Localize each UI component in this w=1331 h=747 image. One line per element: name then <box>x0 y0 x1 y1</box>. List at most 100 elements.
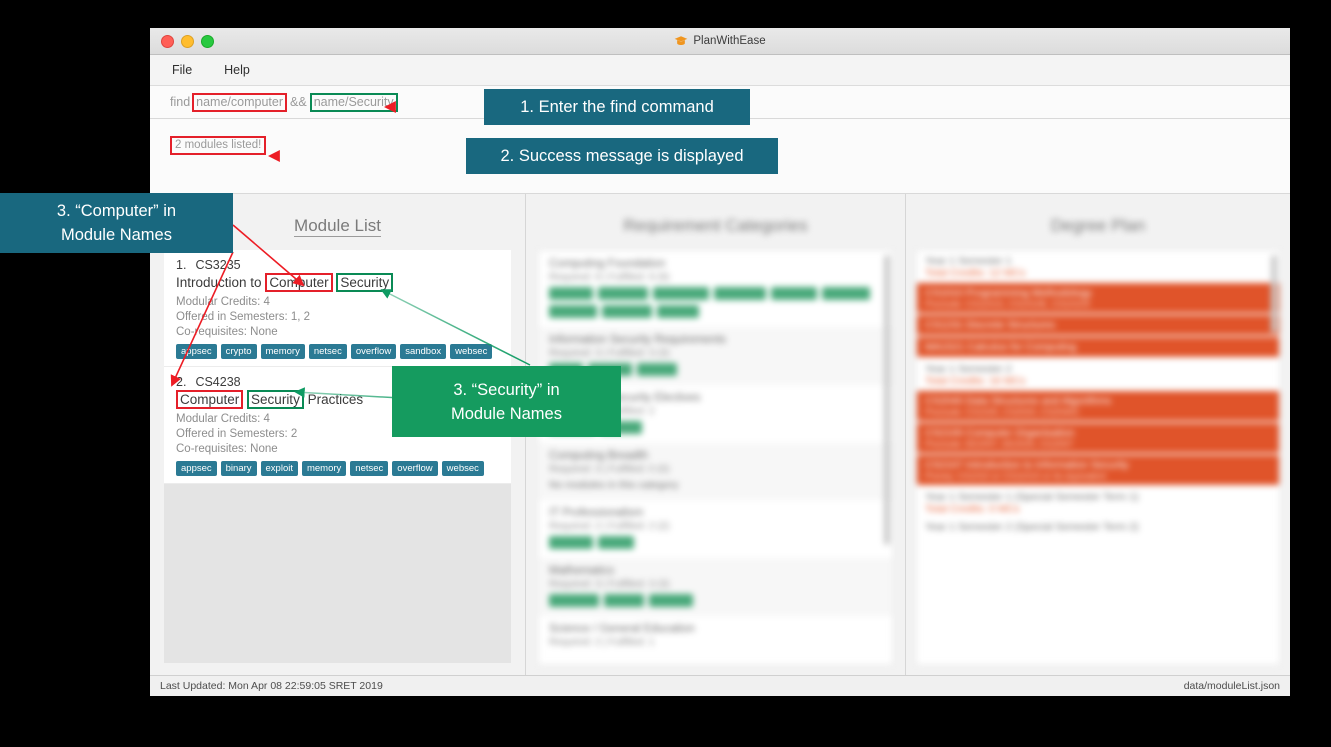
requirement-category-name: Computing Breadth <box>549 450 649 462</box>
module-name-highlight-security: Security <box>336 273 394 292</box>
menu-file[interactable]: File <box>168 60 196 80</box>
module-tag: memory <box>301 461 347 476</box>
requirement-module-chip <box>637 363 677 376</box>
callout-4-line1: 3. “Security” in <box>453 380 560 399</box>
menu-help[interactable]: Help <box>220 60 254 80</box>
degree-plan-module[interactable]: CS2040 Data Structures and Algorithms Pre… <box>917 391 1279 421</box>
module-tag: appsec <box>176 344 217 359</box>
module-index: 2. <box>176 375 187 389</box>
degree-plan-module[interactable]: CS1010 Programming Methodology Preclude: … <box>917 283 1279 313</box>
degree-plan-module-note: Prereq: CS1010 or CS1101S or its equival… <box>925 471 1106 481</box>
command-term-computer: name/computer <box>192 92 288 112</box>
callout-1-text: 1. Enter the find command <box>520 98 714 116</box>
degree-plan-module[interactable]: CS2107 Introduction to Information Secur… <box>917 455 1279 485</box>
main-panels: Module List 1. CS3235 Introduction to Com… <box>150 194 1290 675</box>
semester-header: Year 1 Semester 1 <box>925 255 1012 267</box>
requirement-category-name: Mathematics <box>549 565 615 577</box>
degree-plan-scrollbar[interactable] <box>1271 255 1277 333</box>
requirement-category[interactable]: Computing Foundation Required: 9 | Fulfil… <box>539 251 892 327</box>
requirement-category-name: Science / General Education <box>549 623 695 635</box>
requirement-category-progress: Required: 9 | Fulfilled: 9 (9) <box>549 272 670 283</box>
module-tag: exploit <box>260 461 298 476</box>
command-term-security: name/Security <box>309 92 398 112</box>
requirement-module-chip <box>822 287 870 300</box>
requirement-module-chip <box>549 536 593 549</box>
window-title-group: PlanWithEase <box>150 28 1290 54</box>
semester-header: Year 1 Semester 2 <box>925 363 1012 375</box>
callout-success-message[interactable]: 2. Success message is displayed <box>466 138 778 174</box>
degree-plan-module-title: CS2107 Introduction to Information Secur… <box>925 459 1129 471</box>
degree-plan-panel: Degree Plan Year 1 Semester 1 Total Credi… <box>905 194 1290 675</box>
module-tag: crypto <box>220 344 257 359</box>
degree-plan-blur-layer: Degree Plan Year 1 Semester 1 Total Credi… <box>906 194 1290 675</box>
requirement-category-name: IT Professionalism <box>549 507 644 519</box>
requirement-category[interactable]: Mathematics Required: 3 | Fulfilled: 3 (3… <box>539 558 892 616</box>
module-tag: memory <box>260 344 305 359</box>
requirement-category[interactable]: Computing Breadth Required: 3 | Fulfilled… <box>539 443 892 500</box>
degree-plan-module[interactable]: MA1521 Calculus for Computing <box>917 337 1279 357</box>
window-controls[interactable] <box>161 34 214 48</box>
requirement-module-chip <box>649 594 693 607</box>
degree-plan-module-title: CS1010 Programming Methodology <box>925 287 1092 299</box>
degree-plan-semester: Year 1 Semester 1 Total Credits: 12 MCs <box>917 251 1279 281</box>
requirement-empty-text: No modules in this category <box>549 479 679 491</box>
module-code: CS3235 <box>195 258 241 272</box>
module-tag: overflow <box>350 344 397 359</box>
module-name: Introduction to Computer Security <box>176 273 501 292</box>
callout-computer-in-module-names[interactable]: 3. “Computer” in Module Names <box>0 193 233 253</box>
module-semesters: Offered in Semesters: 1, 2 <box>176 311 311 323</box>
requirement-module-chip <box>549 305 597 318</box>
command-prefix: find <box>170 95 191 109</box>
module-coreqs: Co-requisites: None <box>176 443 278 455</box>
degree-plan-semester: Year 1 Semester 1 (Special Semester Term… <box>917 487 1279 517</box>
close-button[interactable] <box>161 34 174 48</box>
command-input[interactable]: find name/computer && name/Security <box>168 92 398 112</box>
module-name-prefix: Introduction to <box>176 275 266 290</box>
requirement-scrollbar[interactable] <box>884 255 890 545</box>
degree-plan-module[interactable]: CS1231 Discrete Structures <box>917 315 1279 335</box>
module-name-highlight-computer: Computer <box>265 273 333 292</box>
requirement-category[interactable]: IT Professionalism Required: 2 | Fulfille… <box>539 500 892 558</box>
module-tag: websec <box>441 461 484 476</box>
semester-header: Year 1 Semester 1 (Special Semester Term… <box>925 491 1139 503</box>
semester-credits: Total Credits: 12 MCs <box>925 267 1026 279</box>
module-tag: netsec <box>308 344 347 359</box>
semester-header: Year 1 Semester 2 (Special Semester Term… <box>925 521 1139 533</box>
requirement-module-chips <box>549 594 882 607</box>
callout-security-in-module-names[interactable]: 3. “Security” in Module Names <box>392 366 621 437</box>
module-list-title-text: Module List <box>294 216 381 237</box>
callout-4-line2: Module Names <box>451 404 562 423</box>
requirement-module-chips <box>549 536 882 549</box>
requirement-category-name: Information Security Requirements <box>549 334 727 346</box>
module-card[interactable]: 1. CS3235 Introduction to Computer Securi… <box>164 250 511 367</box>
status-message: 2 modules listed! <box>170 136 267 155</box>
degree-plan-title: Degree Plan <box>1050 216 1146 235</box>
degree-plan-module-note: Preclude: CS1020, CS2020, CS2040C <box>925 407 1080 417</box>
module-list-scrollarea[interactable]: 1. CS3235 Introduction to Computer Securi… <box>164 250 511 663</box>
degree-plan-module-title: CS1231 Discrete Structures <box>925 319 1056 331</box>
requirement-category-progress: Required: 3 | Fulfilled: 0 (0) <box>549 464 670 475</box>
zoom-button[interactable] <box>201 34 214 48</box>
requirement-category-progress: Required: 2 | Fulfilled: 2 (2) <box>549 521 670 532</box>
requirement-scrollarea[interactable]: Computing Foundation Required: 9 | Fulfil… <box>538 250 893 665</box>
requirement-category[interactable]: Science / General Education Required: 2 |… <box>539 616 892 661</box>
degree-plan-semester: Year 1 Semester 2 (Special Semester Term… <box>917 517 1279 535</box>
degree-plan-scrollarea[interactable]: Year 1 Semester 1 Total Credits: 12 MCs CS… <box>916 250 1280 665</box>
requirement-module-chip <box>604 594 644 607</box>
module-name-highlight-computer: Computer <box>176 390 244 409</box>
requirement-category-name: Computing Foundation <box>549 258 666 270</box>
degree-plan-semester: Year 1 Semester 2 Total Credits: 16 MCs <box>917 359 1279 389</box>
degree-plan-module-title: CS2040 Data Structures and Algorithms <box>925 395 1112 407</box>
status-data-source: data/moduleList.json <box>1183 680 1280 692</box>
minimize-button[interactable] <box>181 34 194 48</box>
requirement-category-progress: Required: 2 | Fulfilled: 1 <box>549 637 655 648</box>
module-tag: appsec <box>176 461 217 476</box>
degree-plan-module[interactable]: CS2100 Computer Organisation Preclude: EE… <box>917 423 1279 453</box>
requirement-module-chip <box>549 594 599 607</box>
callout-enter-find-command[interactable]: 1. Enter the find command <box>484 89 750 125</box>
application-window: PlanWithEase File Help find name/compute… <box>150 28 1290 696</box>
semester-credits: Total Credits: 16 MCs <box>925 375 1026 387</box>
module-tag: overflow <box>392 461 438 476</box>
requirement-module-chip <box>771 287 817 300</box>
menubar: File Help <box>150 55 1290 86</box>
